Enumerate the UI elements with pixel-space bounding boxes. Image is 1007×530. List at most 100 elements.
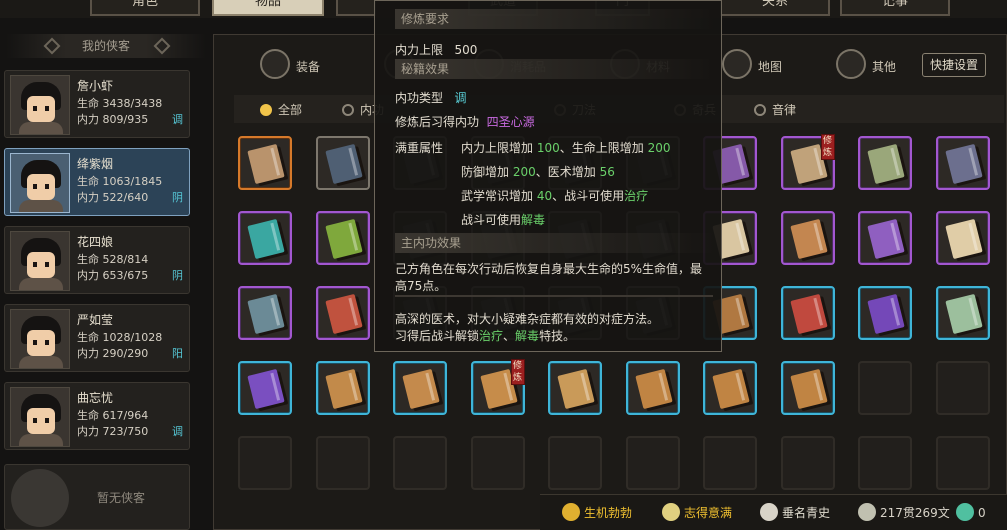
- tooltip-requirement-header: 修炼要求: [395, 9, 715, 29]
- smile-icon: [662, 503, 680, 521]
- character-card[interactable]: 花四娘 生命 528/814 内力 653/675 阴: [4, 226, 190, 294]
- shortcut-settings-button[interactable]: 快捷设置: [922, 53, 986, 77]
- book-icon: [944, 218, 983, 260]
- character-hp: 生命 1063/1845: [77, 175, 163, 188]
- empty-item-slot[interactable]: [935, 436, 990, 490]
- book-icon: [712, 368, 750, 410]
- map-icon: [722, 49, 752, 79]
- main-effect-description: 己方角色在每次行动后恢复自身最大生命的5%生命值，最高75点。: [395, 262, 703, 293]
- book-icon: [324, 293, 363, 335]
- book-icon: [789, 293, 828, 335]
- radio-icon: [260, 104, 272, 116]
- character-portrait: [10, 153, 70, 213]
- item-slot[interactable]: [238, 211, 292, 265]
- book-icon: [247, 368, 285, 410]
- item-slot[interactable]: [780, 361, 835, 415]
- empty-item-slot[interactable]: [315, 436, 370, 490]
- book-icon: [789, 368, 828, 410]
- banner-icon: [760, 503, 778, 521]
- empty-avatar-icon: [11, 469, 69, 527]
- character-mp: 内力 723/750: [77, 425, 149, 438]
- item-slot[interactable]: [548, 361, 602, 415]
- full-attr-row-2: 防御增加 200、医术增加 56: [461, 165, 615, 179]
- character-hp: 生命 528/814: [77, 253, 149, 266]
- top-tab[interactable]: 记事: [840, 0, 950, 16]
- character-card[interactable]: 严如莹 生命 1028/1028 内力 290/290 阳: [4, 304, 190, 372]
- item-slot[interactable]: [858, 286, 912, 340]
- empty-item-slot[interactable]: [393, 436, 447, 490]
- book-icon: [634, 368, 673, 410]
- character-mp: 内力 522/640: [77, 191, 149, 204]
- top-tab[interactable]: 物品: [212, 0, 324, 16]
- category-tab[interactable]: 地图: [722, 47, 812, 83]
- empty-item-slot[interactable]: [470, 436, 525, 490]
- top-tab[interactable]: 关系: [720, 0, 830, 16]
- filter-option[interactable]: 全部: [260, 101, 302, 118]
- item-slot[interactable]: [935, 286, 990, 340]
- book-icon: [324, 218, 363, 260]
- character-portrait: [10, 75, 70, 135]
- empty-item-slot[interactable]: [548, 436, 602, 490]
- character-alignment: 调: [172, 425, 183, 438]
- empty-item-slot[interactable]: [858, 361, 912, 415]
- character-alignment: 调: [172, 113, 183, 126]
- full-attr-row-1: 内力上限增加 100、生命上限增加 200: [461, 141, 671, 155]
- character-roster: 我的侠客 詹小虾 生命 3438/3438 内力 809/935 调绛紫烟 生命 106…: [0, 30, 206, 530]
- item-slot[interactable]: 修炼: [470, 359, 525, 415]
- item-slot[interactable]: [315, 361, 370, 415]
- training-badge: 修炼: [820, 134, 835, 160]
- category-tab[interactable]: 其他: [836, 47, 926, 83]
- character-name: 曲忘忧: [77, 391, 114, 405]
- filter-option[interactable]: 音律: [754, 101, 796, 118]
- character-alignment: 阴: [172, 191, 183, 204]
- item-slot[interactable]: [703, 361, 757, 415]
- top-tab[interactable]: [336, 0, 376, 16]
- item-slot[interactable]: [315, 136, 370, 190]
- category-label: 装备: [296, 60, 321, 74]
- book-icon: [247, 143, 285, 185]
- item-slot[interactable]: [238, 286, 292, 340]
- character-mp: 内力 809/935: [77, 113, 149, 126]
- empty-item-slot[interactable]: [238, 436, 292, 490]
- character-card[interactable]: 绛紫烟 生命 1063/1845 内力 522/640 阴: [4, 148, 190, 216]
- helmet-icon: [260, 49, 290, 79]
- character-card[interactable]: 曲忘忧 生命 617/964 内力 723/750 调: [4, 382, 190, 450]
- empty-item-slot[interactable]: [703, 436, 757, 490]
- lantern-icon: [836, 49, 866, 79]
- empty-item-slot[interactable]: [858, 436, 912, 490]
- tooltip-main-effect-header: 主内功效果: [395, 233, 715, 253]
- item-slot[interactable]: [858, 211, 912, 265]
- character-mp: 内力 653/675: [77, 269, 149, 282]
- character-name: 严如莹: [77, 313, 114, 327]
- item-slot[interactable]: [780, 211, 835, 265]
- full-attr-row-3: 武学常识增加 40、战斗可使用治疗: [461, 189, 649, 203]
- character-hp: 生命 1028/1028: [77, 331, 163, 344]
- item-slot[interactable]: [238, 136, 292, 190]
- top-tab[interactable]: 角色: [90, 0, 200, 16]
- book-icon: [247, 218, 285, 260]
- item-slot[interactable]: 修炼: [780, 134, 835, 190]
- empty-item-slot[interactable]: [780, 436, 835, 490]
- book-icon: [247, 293, 285, 335]
- item-slot[interactable]: [935, 136, 990, 190]
- empty-character-slot[interactable]: 暂无侠客: [4, 464, 190, 530]
- character-alignment: 阴: [172, 269, 183, 282]
- item-slot[interactable]: [315, 211, 370, 265]
- item-slot[interactable]: [625, 361, 680, 415]
- status-item: 垂名青史: [760, 503, 830, 521]
- book-icon: [402, 368, 440, 410]
- character-alignment: 阳: [172, 347, 183, 360]
- empty-item-slot[interactable]: [625, 436, 680, 490]
- character-portrait: [10, 309, 70, 369]
- item-slot[interactable]: [858, 136, 912, 190]
- empty-item-slot[interactable]: [935, 361, 990, 415]
- category-tab[interactable]: 装备: [260, 47, 350, 83]
- character-card[interactable]: 詹小虾 生命 3438/3438 内力 809/935 调: [4, 70, 190, 138]
- item-slot[interactable]: [935, 211, 990, 265]
- tooltip-divider: [395, 295, 713, 297]
- item-slot[interactable]: [780, 286, 835, 340]
- character-hp: 生命 3438/3438: [77, 97, 163, 110]
- item-slot[interactable]: [393, 361, 447, 415]
- item-slot[interactable]: [238, 361, 292, 415]
- item-slot[interactable]: [315, 286, 370, 340]
